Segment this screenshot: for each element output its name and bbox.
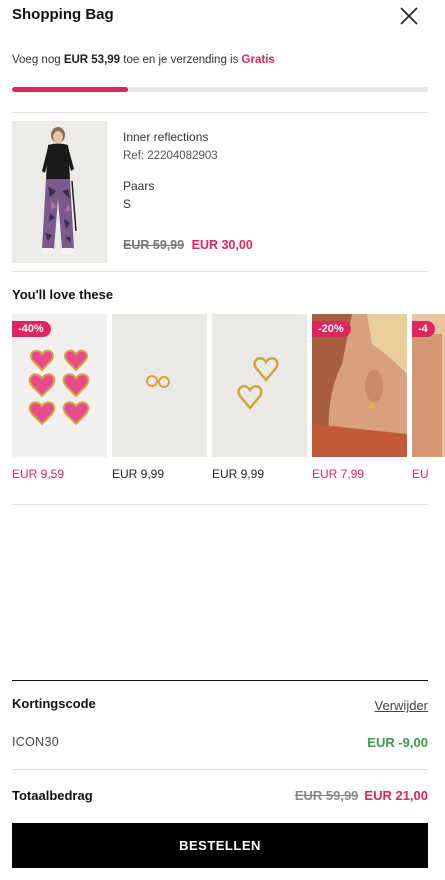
model-photo-icon	[12, 121, 107, 263]
shipping-free-label: Gratis	[241, 54, 275, 66]
reco-card[interactable]: EUR 9,99	[112, 314, 207, 481]
product-ref: Ref: 22204082903	[123, 150, 218, 162]
product-old-price: EUR 59,99	[123, 238, 185, 252]
model-partial-image: -4	[412, 314, 445, 457]
heart-earrings-image: -40%	[12, 314, 107, 457]
total-new-price: EUR 21,00	[364, 788, 428, 803]
reco-price: EUR 7,99	[312, 467, 365, 481]
heart-hoops-image	[212, 314, 307, 457]
reco-price: EUR 9,59	[12, 467, 65, 481]
shipping-progress-fill	[12, 87, 129, 92]
product-name[interactable]: Inner reflections	[123, 130, 208, 144]
shipping-amount: EUR 53,99	[63, 54, 121, 66]
close-icon[interactable]	[398, 5, 420, 27]
free-shipping-note: Voeg nog EUR 53,99 toe en je verzending …	[12, 54, 275, 66]
product-image[interactable]	[12, 121, 107, 263]
discount-badge: -40%	[12, 321, 51, 337]
remove-discount-link[interactable]: Verwijder	[375, 698, 428, 713]
model-earring-image: -20%	[312, 314, 407, 457]
reco-card[interactable]: -20% EUR 7,99	[312, 314, 407, 481]
total-label: Totaalbedrag	[12, 788, 93, 803]
cart-header: Shopping Bag	[0, 0, 445, 34]
divider	[12, 112, 428, 113]
hoop-earrings-image	[112, 314, 207, 457]
reco-price: EU	[412, 467, 429, 481]
product-new-price: EUR 30,00	[191, 238, 253, 252]
reco-price: EUR 9,99	[112, 467, 165, 481]
summary-divider	[12, 680, 428, 681]
reco-card[interactable]: EUR 9,99	[212, 314, 307, 481]
discount-badge: -4	[412, 321, 435, 337]
divider	[12, 271, 428, 272]
shipping-progress-bar	[12, 87, 428, 92]
reco-card[interactable]: -4 EU	[412, 314, 445, 481]
shipping-middle: toe en je verzending is	[120, 54, 242, 66]
total-price: EUR 59,99 EUR 21,00	[295, 788, 428, 803]
discount-label: Kortingscode	[12, 696, 96, 711]
discount-amount: EUR -9,00	[367, 735, 428, 750]
recommendations-title: You'll love these	[12, 287, 114, 302]
checkout-button[interactable]: BESTELLEN	[12, 823, 428, 868]
reco-price: EUR 9,99	[212, 467, 265, 481]
divider	[12, 504, 428, 505]
discount-code: ICON30	[12, 735, 59, 749]
divider	[12, 769, 428, 770]
reco-card[interactable]: -40% EUR 9,59	[12, 314, 107, 481]
page-title: Shopping Bag	[12, 6, 114, 23]
discount-badge: -20%	[312, 321, 351, 337]
total-old-price: EUR 59,99	[294, 788, 359, 803]
shipping-prefix: Voeg nog	[12, 54, 64, 66]
product-color: Paars	[123, 179, 155, 193]
product-size: S	[123, 197, 132, 211]
recommendations-carousel[interactable]: -40% EUR 9,59 EUR 9,99 EUR 9,99 -20% EUR…	[12, 314, 445, 484]
product-price: EUR 59,99 EUR 30,00	[123, 238, 253, 252]
